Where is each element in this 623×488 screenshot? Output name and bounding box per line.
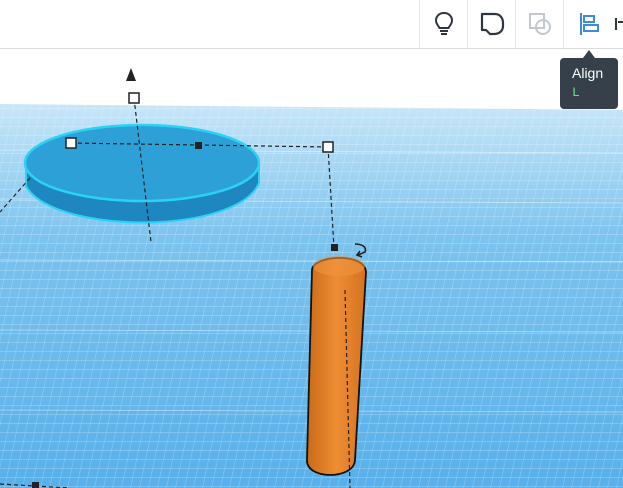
notes-button[interactable]	[419, 0, 467, 48]
align-button[interactable]	[563, 0, 611, 48]
left-handle[interactable]	[65, 137, 77, 149]
disc-shape[interactable]	[23, 123, 261, 224]
bottom-handle[interactable]	[32, 482, 39, 488]
corner-handle[interactable]	[322, 141, 334, 153]
align-left-icon	[579, 13, 599, 35]
align-tooltip: Align L	[560, 58, 618, 109]
more-tools-icon[interactable]	[612, 16, 623, 32]
toolbar	[0, 0, 623, 49]
tooltip-shortcut: L	[572, 85, 580, 100]
group-button[interactable]	[467, 0, 515, 48]
tooltip-title: Align	[572, 65, 604, 81]
tooltip-arrow	[583, 50, 595, 58]
height-handle[interactable]	[331, 244, 338, 251]
top-handle[interactable]	[128, 92, 140, 104]
lightbulb-icon	[434, 11, 453, 35]
center-handle[interactable]	[195, 142, 202, 149]
workplane[interactable]	[0, 49, 623, 488]
group-shape-icon	[480, 12, 504, 36]
ungroup-shapes-icon	[528, 13, 551, 35]
ungroup-button[interactable]	[515, 0, 563, 48]
